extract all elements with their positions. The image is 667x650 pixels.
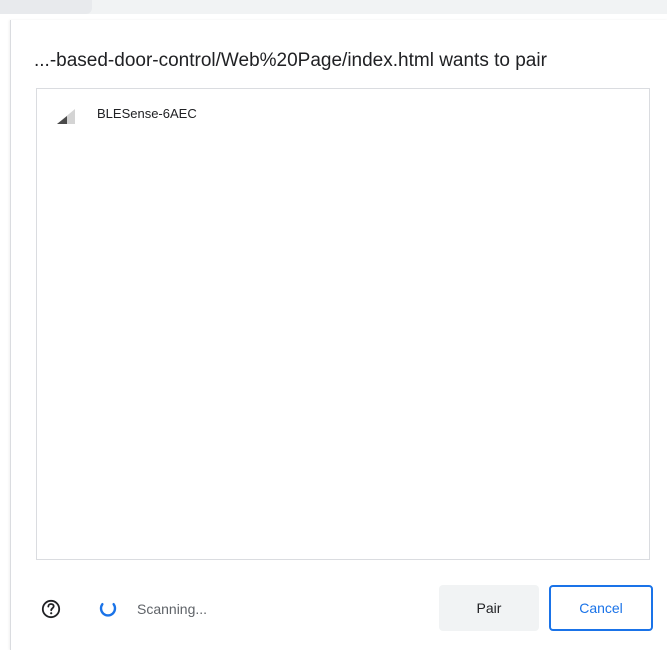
dialog-footer: Scanning... Pair Cancel	[11, 585, 667, 635]
browser-tab-edge	[0, 0, 92, 14]
help-icon[interactable]	[41, 599, 61, 619]
cancel-button[interactable]: Cancel	[549, 585, 653, 631]
signal-strength-icon	[57, 109, 75, 124]
loading-spinner-icon	[99, 600, 117, 618]
device-item[interactable]: BLESense-6AEC	[37, 89, 649, 124]
browser-top-strip	[0, 0, 667, 14]
device-name: BLESense-6AEC	[97, 106, 197, 121]
scanning-status: Scanning...	[137, 601, 208, 617]
device-list[interactable]: BLESense-6AEC	[36, 88, 650, 560]
bluetooth-pair-dialog: ...-based-door-control/Web%20Page/index.…	[10, 20, 667, 650]
dialog-title: ...-based-door-control/Web%20Page/index.…	[34, 50, 547, 71]
pair-button[interactable]: Pair	[439, 585, 539, 631]
